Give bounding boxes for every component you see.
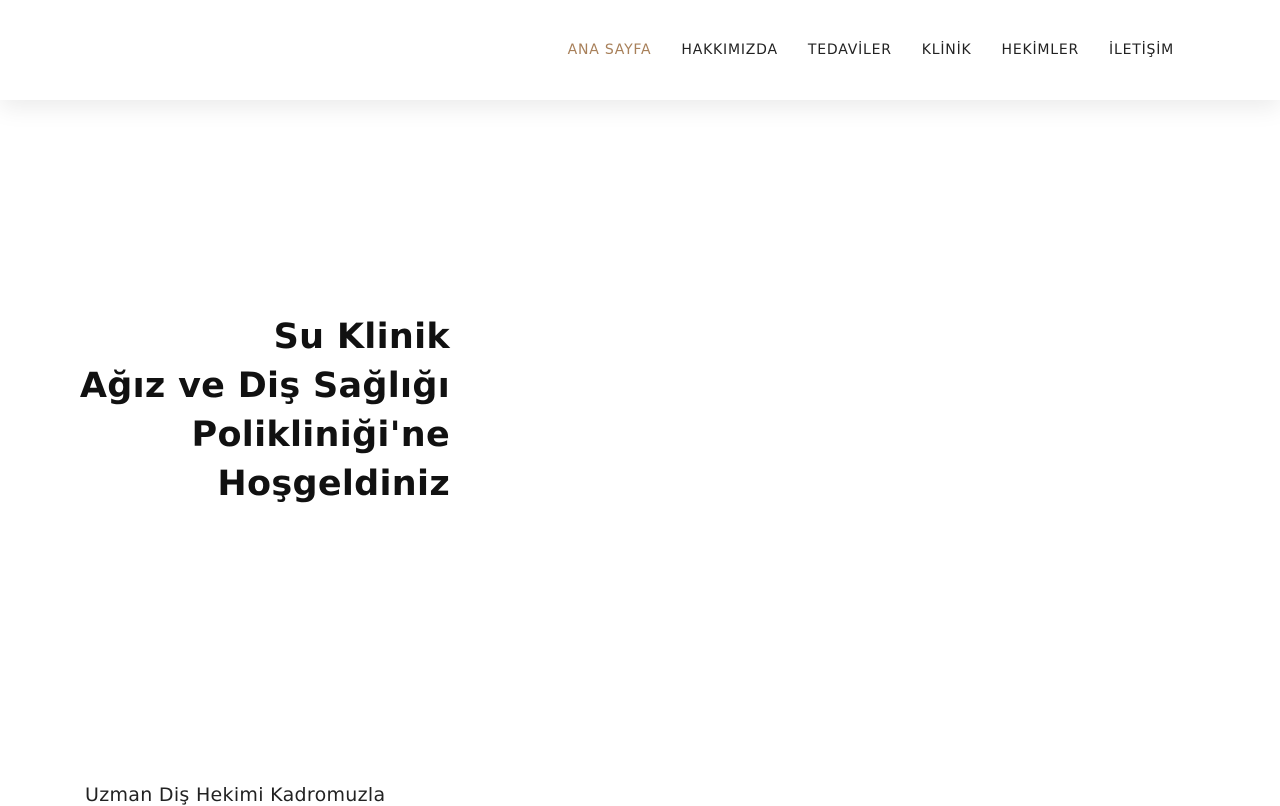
nav-item-hekimler[interactable]: HEKİMLER — [1002, 42, 1080, 58]
hero-title-line: Polikliniği'ne — [191, 415, 450, 456]
nav-item-ana-sayfa[interactable]: ANA SAYFA — [568, 42, 652, 58]
nav-item-tedaviler[interactable]: TEDAVİLER — [808, 42, 892, 58]
nav-item-hakkimizda[interactable]: HAKKIMIZDA — [681, 42, 778, 58]
nav-item-iletisim[interactable]: İLETİŞİM — [1109, 42, 1174, 58]
hero-title-line: Ağız ve Diş Sağlığı — [79, 366, 450, 407]
hero-title-line: Hoşgeldiniz — [217, 464, 450, 505]
site-header: ANA SAYFA HAKKIMIZDA TEDAVİLER KLİNİK HE… — [0, 0, 1280, 100]
hero-title: Su Klinik Ağız ve Diş Sağlığı Polikliniğ… — [30, 313, 450, 509]
section-subtitle: Uzman Diş Hekimi Kadromuzla — [85, 784, 386, 806]
main-nav: ANA SAYFA HAKKIMIZDA TEDAVİLER KLİNİK HE… — [568, 0, 1174, 100]
hero-title-line: Su Klinik — [273, 317, 450, 358]
nav-item-klinik[interactable]: KLİNİK — [922, 42, 972, 58]
